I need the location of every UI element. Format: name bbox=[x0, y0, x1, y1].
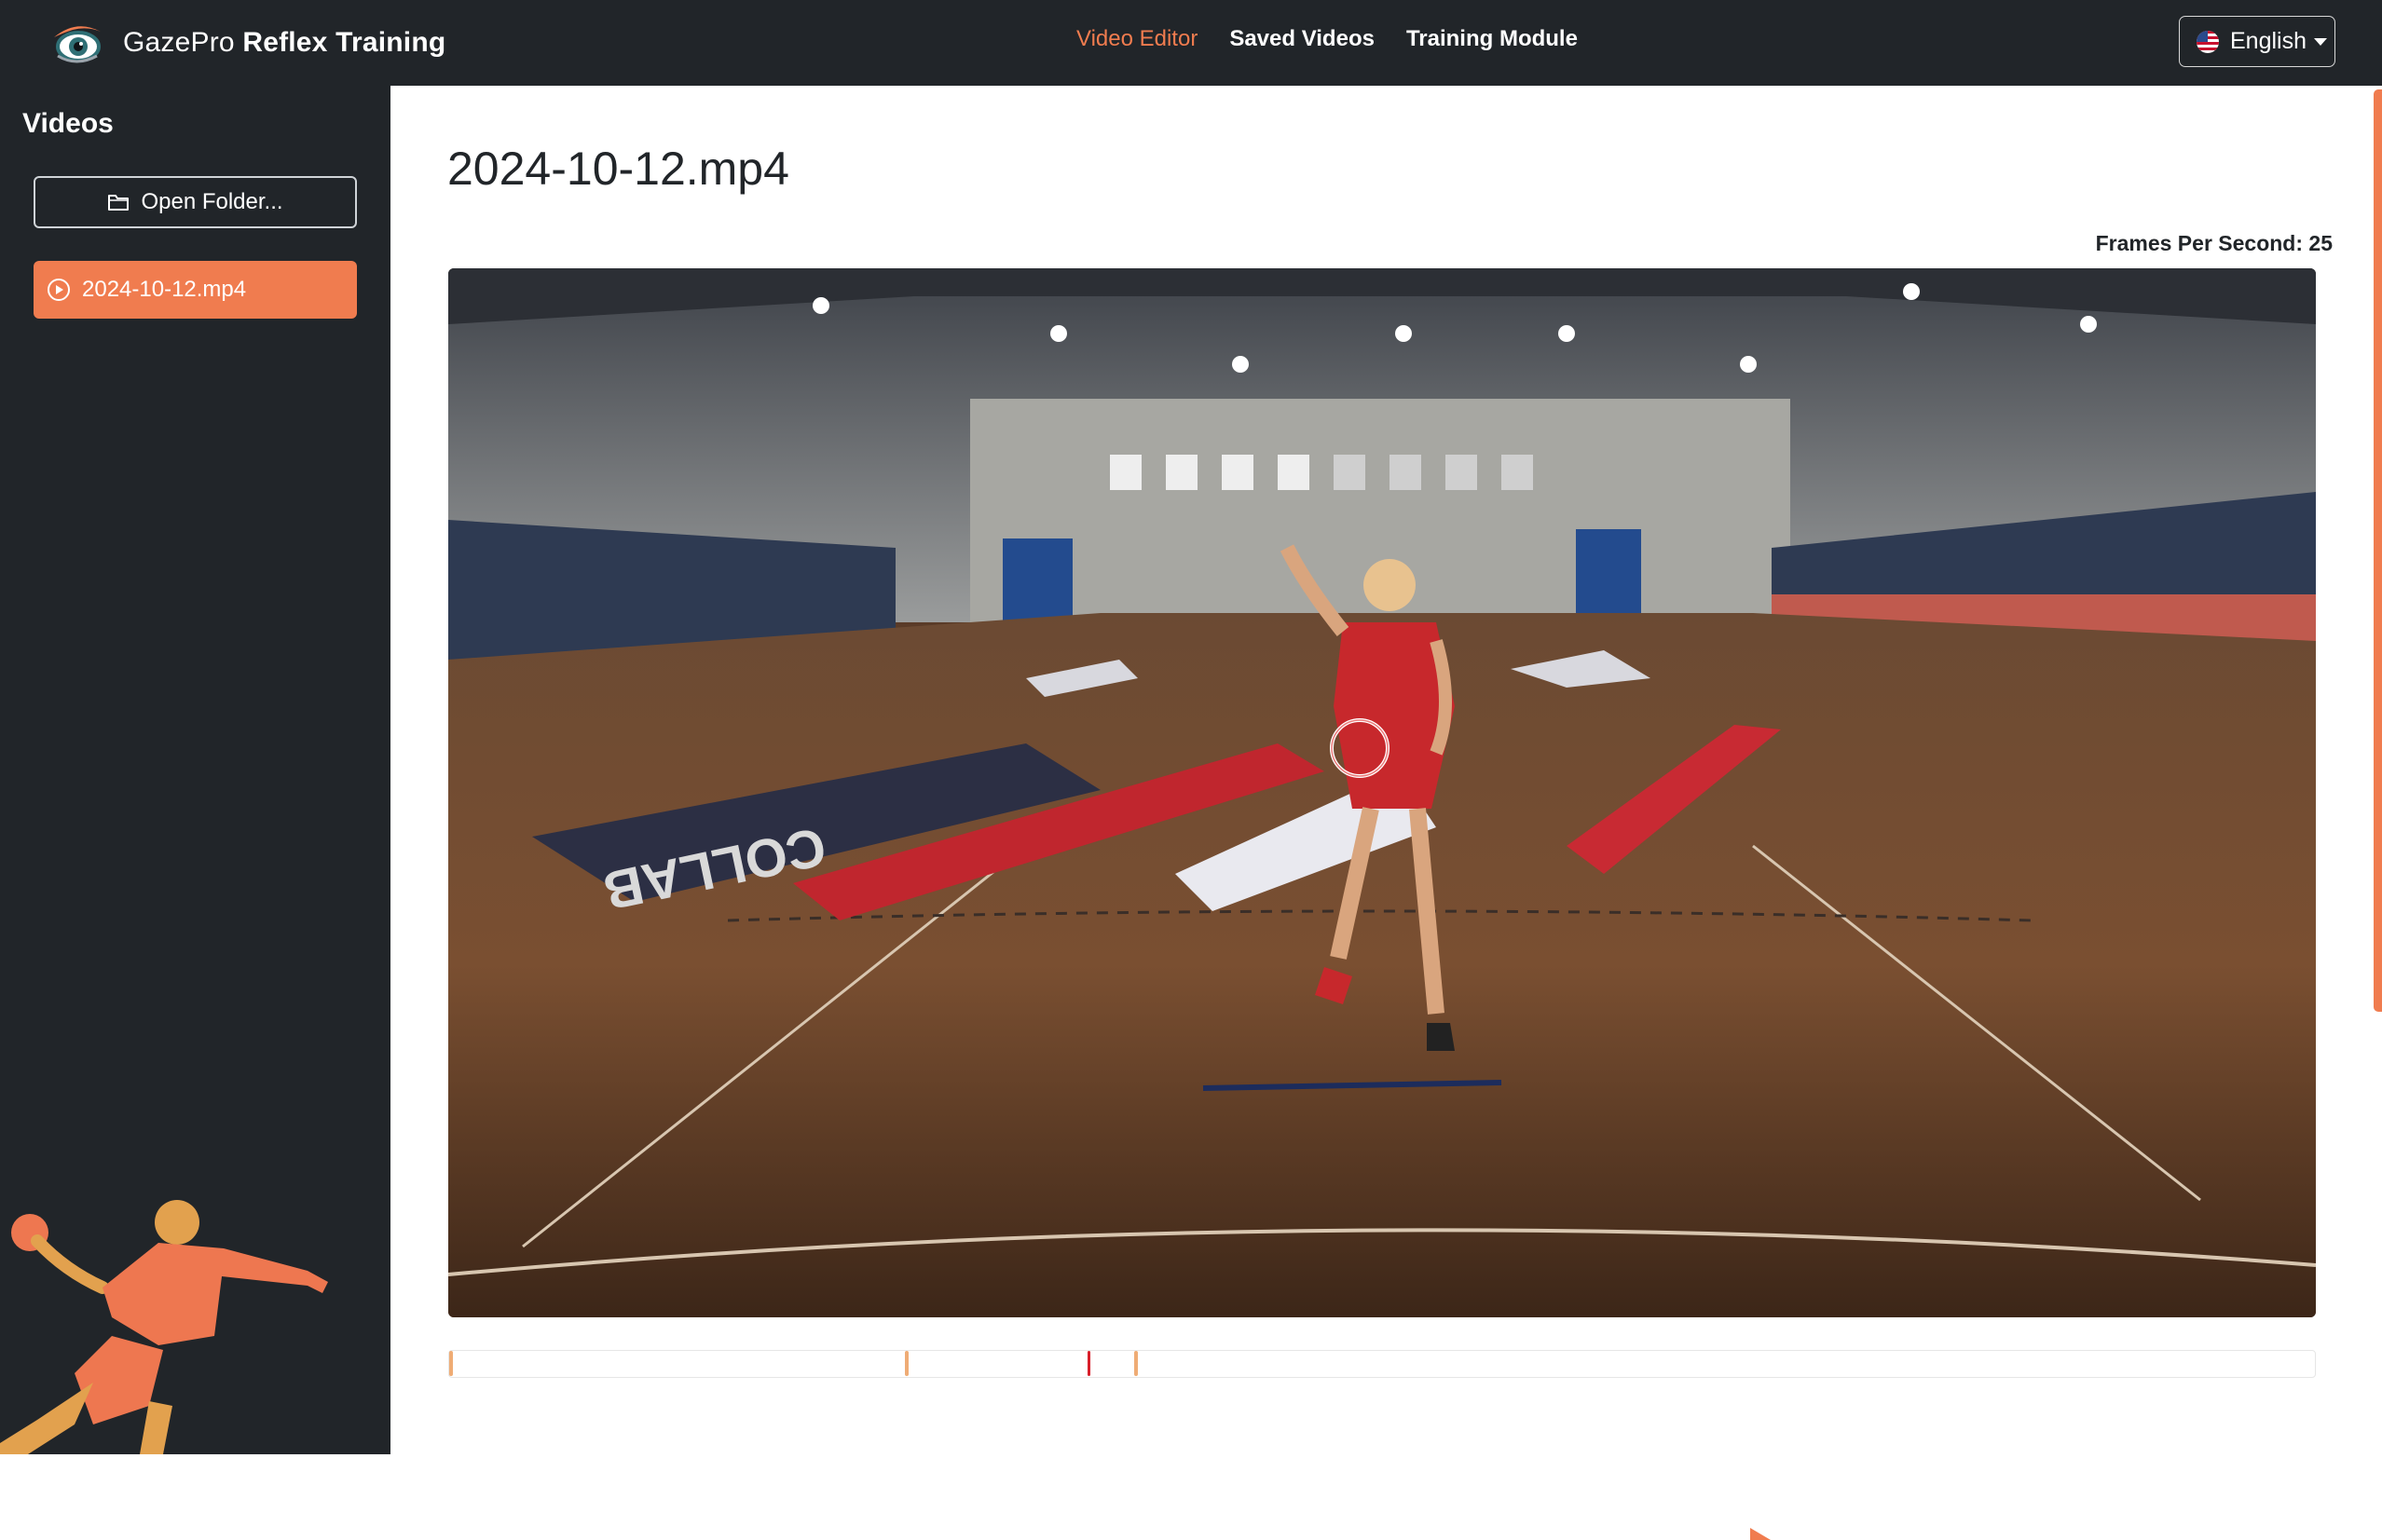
open-folder-label: Open Folder... bbox=[141, 189, 283, 214]
main-content: 2024-10-12.mp4 Frames Per Second: 25 COL… bbox=[390, 86, 2382, 1540]
open-folder-button[interactable]: Open Folder... bbox=[34, 176, 357, 228]
play-icon[interactable] bbox=[1750, 1528, 1778, 1540]
nav-saved-videos[interactable]: Saved Videos bbox=[1229, 26, 1375, 52]
brand[interactable]: GazePro Reflex Training bbox=[50, 19, 445, 67]
timeline-marker[interactable] bbox=[449, 1351, 453, 1376]
video-list-item[interactable]: 2024-10-12.mp4 bbox=[34, 261, 357, 319]
video-title: 2024-10-12.mp4 bbox=[447, 143, 789, 195]
timeline-marker[interactable] bbox=[1134, 1351, 1138, 1376]
language-dropdown[interactable]: English bbox=[2179, 16, 2335, 67]
chevron-down-icon bbox=[2314, 37, 2327, 46]
video-frame-image: COLLAB bbox=[448, 268, 2316, 1317]
language-label: English bbox=[2230, 28, 2307, 54]
nav-video-editor[interactable]: Video Editor bbox=[1076, 26, 1198, 52]
top-navbar: GazePro Reflex Training Video Editor Sav… bbox=[0, 0, 2382, 86]
handball-player-illustration bbox=[0, 1200, 328, 1454]
eye-logo-icon bbox=[54, 26, 101, 63]
main-nav: Video Editor Saved Videos Training Modul… bbox=[1076, 26, 1578, 52]
folder-icon bbox=[108, 195, 130, 211]
nav-training-module[interactable]: Training Module bbox=[1406, 26, 1578, 52]
video-name: 2024-10-12.mp4 bbox=[82, 277, 247, 302]
sidebar-title: Videos bbox=[22, 108, 114, 139]
scrollbar-thumb[interactable] bbox=[2374, 89, 2382, 1012]
video-player[interactable]: COLLAB bbox=[448, 268, 2316, 1317]
brand-name: GazePro Reflex Training bbox=[123, 27, 446, 58]
playhead-marker[interactable] bbox=[1088, 1351, 1090, 1376]
us-flag-icon bbox=[2197, 30, 2219, 53]
fps-label: Frames Per Second: 25 bbox=[2095, 231, 2333, 255]
video-timeline[interactable] bbox=[448, 1350, 2316, 1378]
timeline-marker[interactable] bbox=[905, 1351, 909, 1376]
sidebar: Videos Open Folder... 2024-10-12.mp4 bbox=[0, 86, 390, 1454]
play-circle-icon bbox=[48, 279, 70, 301]
